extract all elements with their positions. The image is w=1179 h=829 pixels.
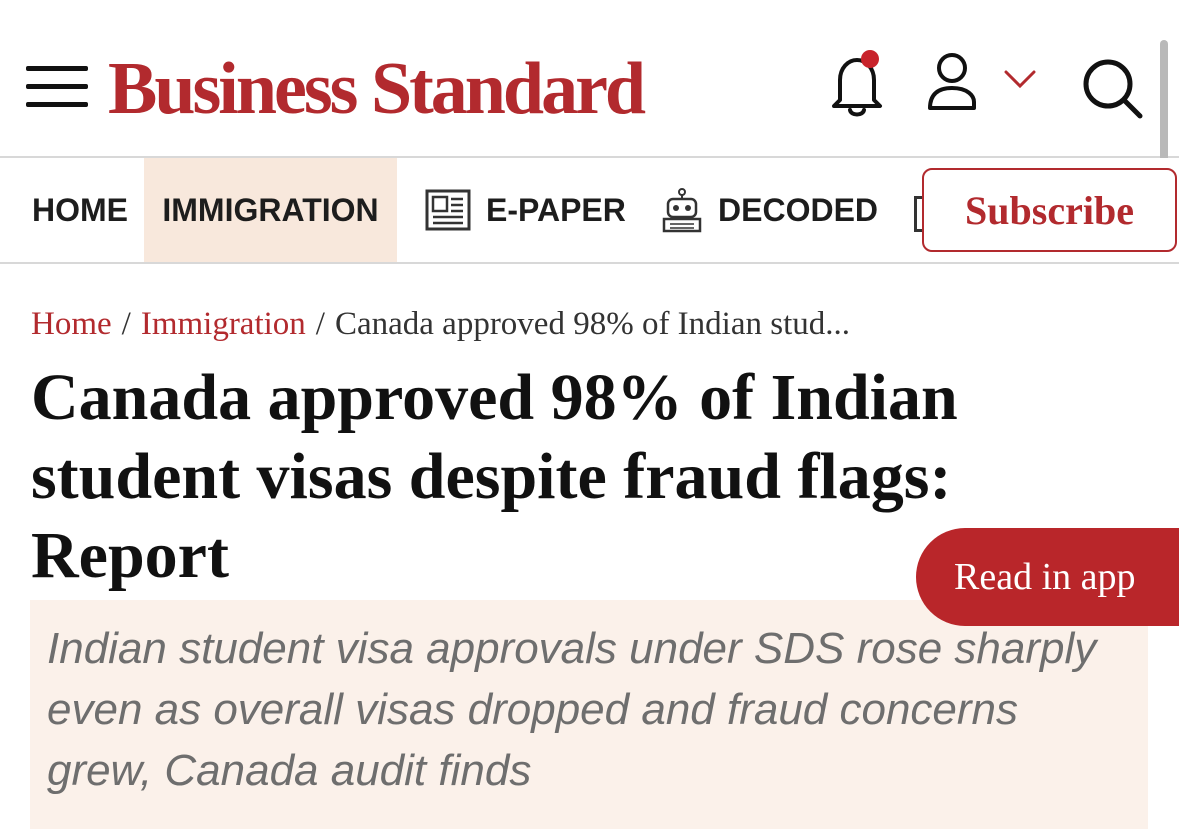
- breadcrumb-home-link[interactable]: Home: [31, 306, 112, 343]
- site-logo[interactable]: Business Standard: [108, 44, 646, 134]
- nav-item-immigration[interactable]: IMMIGRATION: [144, 158, 397, 262]
- nav-item-epaper[interactable]: E-PAPER: [424, 158, 626, 262]
- breadcrumb-separator: /: [121, 305, 131, 342]
- breadcrumb-current: Canada approved 98% of Indian stud...: [334, 305, 850, 342]
- site-header: Business Standard: [0, 0, 1179, 158]
- chevron-down-icon[interactable]: [1000, 66, 1040, 92]
- bell-icon[interactable]: [826, 48, 888, 120]
- article-summary: Indian student visa approvals under SDS …: [47, 624, 1097, 795]
- read-in-app-button[interactable]: Read in app: [916, 528, 1179, 626]
- article-summary-box: Indian student visa approvals under SDS …: [30, 600, 1148, 829]
- nav-item-decoded[interactable]: DECODED: [660, 158, 878, 262]
- notification-dot: [861, 50, 879, 68]
- breadcrumb: Home / Immigration / Canada approved 98%…: [31, 302, 850, 346]
- search-icon[interactable]: [1078, 56, 1148, 120]
- robot-icon: [662, 188, 702, 233]
- user-icon[interactable]: [922, 50, 982, 114]
- breadcrumb-section-link[interactable]: Immigration: [141, 306, 306, 343]
- breadcrumb-separator: /: [315, 305, 325, 342]
- subscribe-button[interactable]: Subscribe: [922, 168, 1177, 252]
- hamburger-menu-icon[interactable]: [26, 62, 88, 110]
- newspaper-icon: [425, 189, 471, 231]
- nav-item-home[interactable]: HOME: [32, 158, 128, 262]
